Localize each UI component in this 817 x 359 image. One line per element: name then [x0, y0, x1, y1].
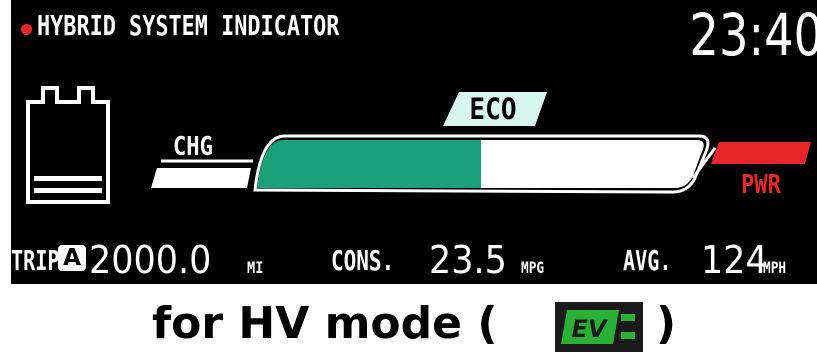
cons-value: 23.5	[429, 238, 507, 282]
avg-value: 124	[701, 238, 768, 282]
trip-value: 2000.0	[89, 238, 212, 282]
display-title: HYBRID SYSTEM INDICATOR	[37, 9, 340, 42]
caption: for HV mode ( EV )	[0, 296, 817, 356]
eco-label: ECO	[469, 92, 517, 126]
avg-label: AVG.	[623, 244, 672, 277]
caption-suffix: )	[656, 298, 677, 349]
power-overflow-zone	[711, 142, 811, 164]
power-zone-white	[481, 140, 704, 188]
status-dot-icon	[21, 24, 32, 35]
cons-unit: MPG	[521, 258, 545, 277]
trip-unit: MI	[247, 258, 264, 277]
charge-zone	[151, 168, 251, 188]
clock: 23:40	[689, 1, 817, 69]
eco-zone	[257, 140, 481, 188]
power-gauge	[151, 134, 811, 194]
trip-label: TRIP	[11, 244, 60, 277]
avg-unit: MPH	[763, 258, 787, 277]
trip-badge: A	[58, 245, 86, 271]
hybrid-system-display: HYBRID SYSTEM INDICATOR 23:40 ECO CHG PW…	[11, 0, 817, 284]
eco-badge: ECO	[441, 90, 551, 128]
ev-icon-text: EV	[572, 315, 609, 343]
ev-mode-icon: EV	[555, 302, 643, 352]
caption-prefix: for HV mode (	[152, 298, 498, 349]
cons-label: CONS.	[331, 244, 395, 277]
